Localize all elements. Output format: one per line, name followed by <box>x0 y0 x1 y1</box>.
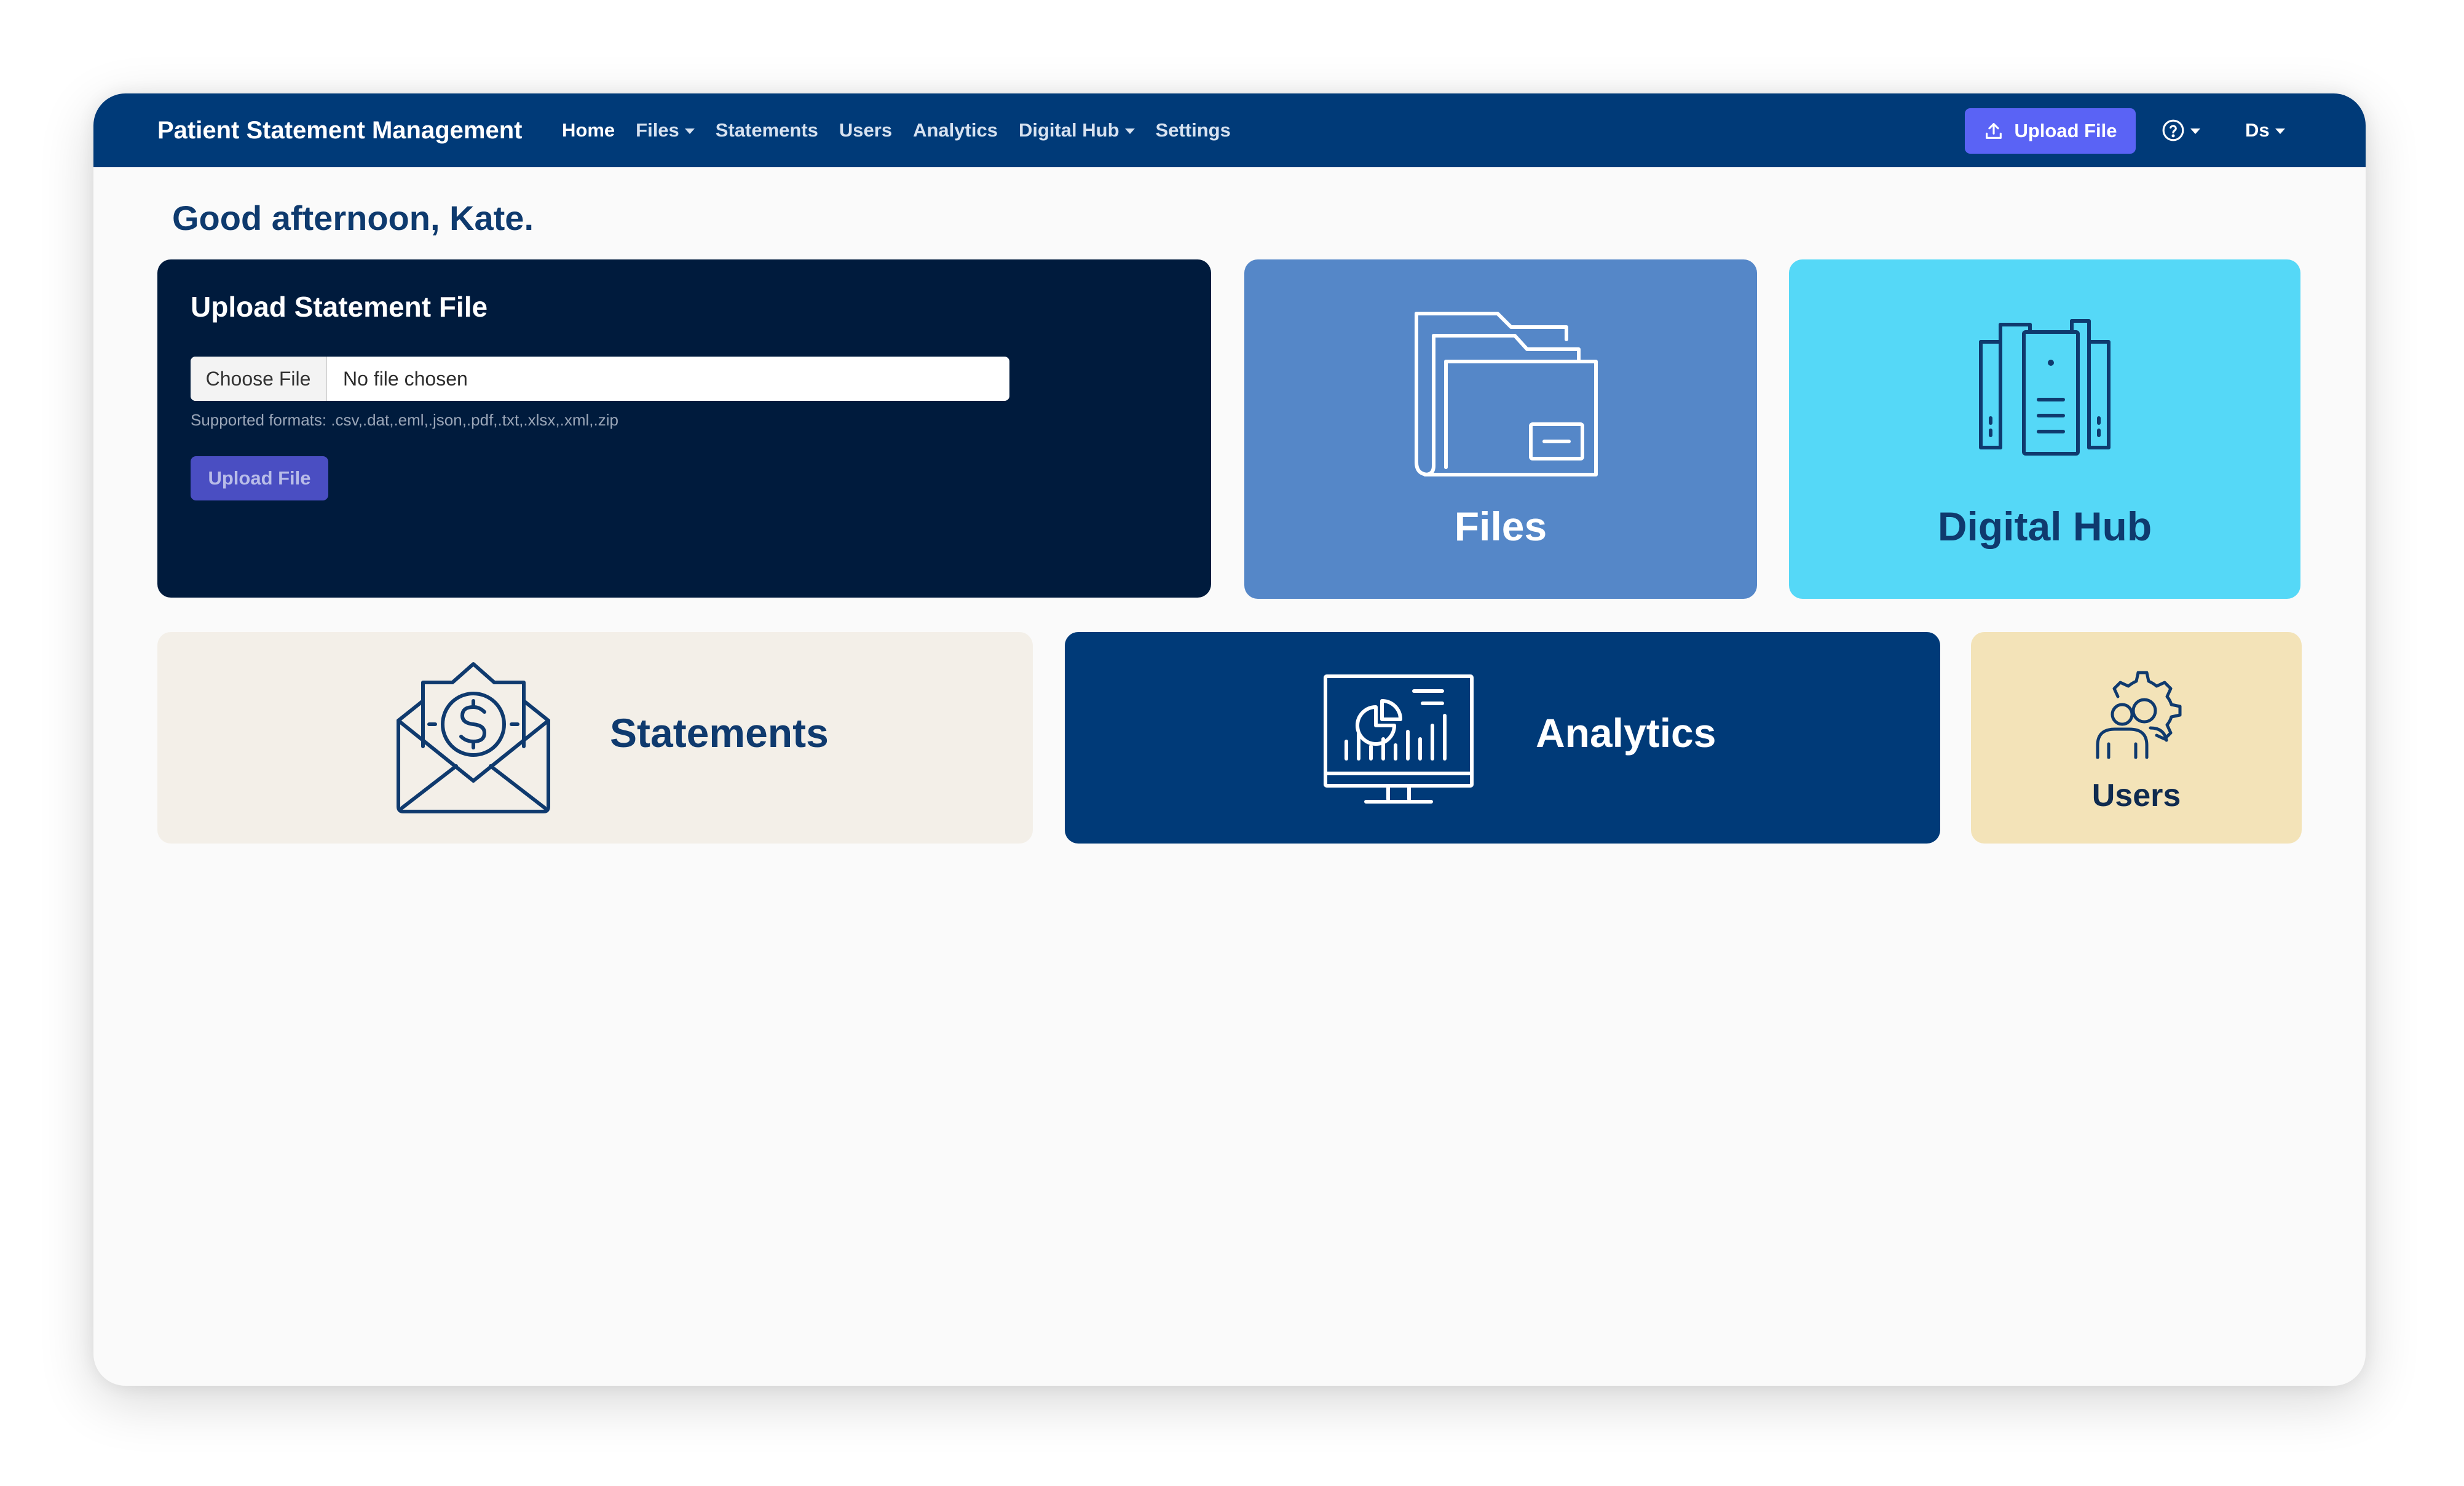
statements-tile-label: Statements <box>610 710 829 756</box>
nav-digital-hub-label: Digital Hub <box>1018 119 1119 141</box>
nav-digital-hub-dropdown[interactable]: Digital Hub <box>1019 119 1135 141</box>
user-gear-icon <box>2096 671 2182 759</box>
user-dropdown[interactable]: Ds <box>2245 112 2285 149</box>
upload-file-submit-button[interactable]: Upload File <box>191 456 328 500</box>
upload-card-title: Upload Statement File <box>191 291 488 323</box>
chevron-down-icon <box>2275 128 2285 134</box>
nav-users-label: Users <box>839 119 893 141</box>
nav-settings[interactable]: Settings <box>1156 119 1231 141</box>
nav-users[interactable]: Users <box>839 119 892 141</box>
greeting-heading: Good afternoon, Kate. <box>172 199 534 237</box>
digital-hub-tile-label: Digital Hub <box>1937 504 2152 549</box>
nav-analytics[interactable]: Analytics <box>913 119 998 141</box>
app-window: Patient Statement Management Home Files … <box>93 93 2366 1386</box>
user-initials: Ds <box>2245 119 2270 141</box>
nav-upload-file-button[interactable]: Upload File <box>1965 108 2136 154</box>
choose-file-button[interactable]: Choose File <box>191 357 327 401</box>
nav-settings-label: Settings <box>1155 119 1231 141</box>
brand-title[interactable]: Patient Statement Management <box>157 93 522 167</box>
top-navbar: Patient Statement Management Home Files … <box>93 93 2366 167</box>
nav-files-label: Files <box>636 119 679 141</box>
chevron-down-icon <box>2190 128 2200 134</box>
nav-home-label: Home <box>562 119 615 141</box>
nav-analytics-label: Analytics <box>913 119 998 141</box>
nav-statements-label: Statements <box>715 119 818 141</box>
supported-formats-text: Supported formats: .csv,.dat,.eml,.json,… <box>191 411 618 429</box>
nav-links: Home Files Statements Users Analytics Di… <box>562 93 1252 167</box>
upload-statement-card: Upload Statement File Choose File No fil… <box>157 259 1211 598</box>
statements-tile[interactable]: Statements <box>157 632 1033 844</box>
nav-upload-file-label: Upload File <box>2014 120 2117 141</box>
digital-hub-tile[interactable]: Digital Hub <box>1789 259 2300 599</box>
users-tile[interactable]: Users <box>1971 632 2302 844</box>
monitor-chart-icon <box>1324 674 1474 804</box>
file-status-text: No file chosen <box>343 367 468 390</box>
users-tile-label: Users <box>2091 778 2181 813</box>
envelope-dollar-icon <box>397 662 550 813</box>
folder-icon <box>1415 312 1598 476</box>
file-input[interactable]: Choose File No file chosen <box>191 357 1009 401</box>
server-icon <box>1979 319 2111 456</box>
chevron-down-icon <box>684 128 695 134</box>
nav-home[interactable]: Home <box>562 119 615 141</box>
nav-files-dropdown[interactable]: Files <box>636 119 695 141</box>
analytics-tile-label: Analytics <box>1536 710 1716 756</box>
files-tile[interactable]: Files <box>1244 259 1757 599</box>
help-dropdown[interactable] <box>2162 112 2200 149</box>
nav-statements[interactable]: Statements <box>716 119 818 141</box>
chevron-down-icon <box>1124 128 1135 134</box>
files-tile-label: Files <box>1454 504 1547 549</box>
upload-icon <box>1986 123 2002 139</box>
help-circle-icon <box>2162 119 2184 141</box>
analytics-tile[interactable]: Analytics <box>1065 632 1940 844</box>
